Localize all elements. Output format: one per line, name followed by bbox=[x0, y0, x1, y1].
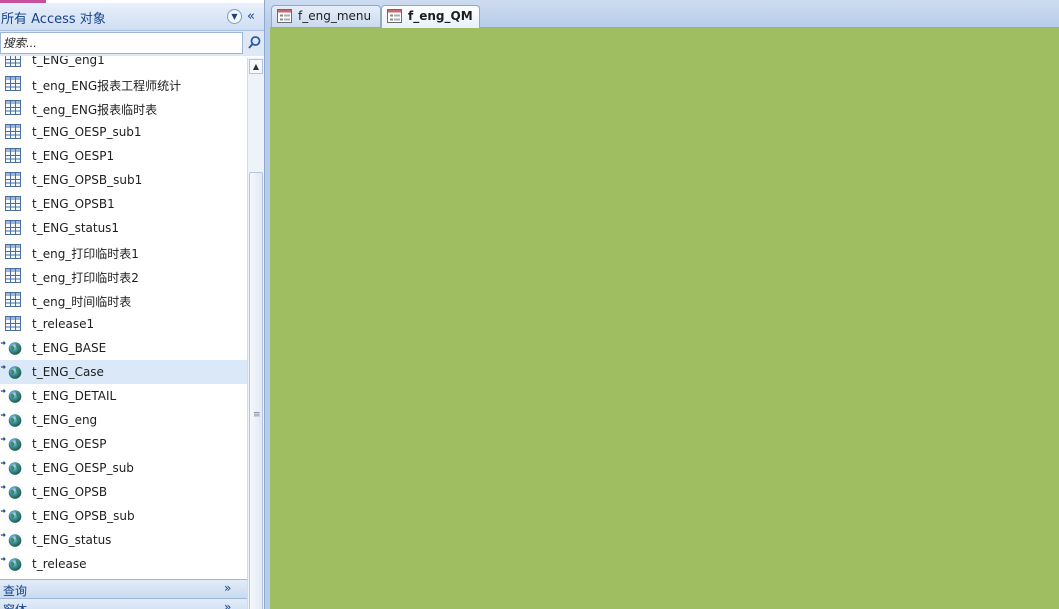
nav-group-forms[interactable]: 窗体 » bbox=[0, 598, 247, 609]
table-icon bbox=[5, 124, 21, 139]
search-icon[interactable] bbox=[246, 35, 262, 51]
nav-item-table-table[interactable]: t_ENG_OESP1 bbox=[0, 144, 247, 168]
table-icon bbox=[5, 316, 21, 331]
linked-table-globe-icon bbox=[1, 533, 22, 547]
nav-pane-header[interactable]: 所有 Access 对象 ▼ « bbox=[0, 3, 264, 31]
form-icon bbox=[277, 9, 292, 23]
linked-table-globe-icon bbox=[1, 485, 22, 499]
nav-group-queries[interactable]: 查询 » bbox=[0, 579, 247, 598]
nav-item-label: t_eng_打印临时表1 bbox=[32, 247, 139, 261]
form-icon bbox=[387, 9, 402, 23]
nav-item-linked-table[interactable]: t_ENG_OPSB bbox=[0, 480, 247, 504]
nav-item-table-table[interactable]: t_ENG_OESP_sub1 bbox=[0, 120, 247, 144]
nav-item-label: t_ENG_DETAIL bbox=[32, 389, 117, 403]
linked-table-globe-icon bbox=[1, 437, 22, 451]
nav-item-table-table[interactable]: t_ENG_status1 bbox=[0, 216, 247, 240]
tab-label: f_eng_menu bbox=[298, 9, 372, 23]
nav-item-label: t_ENG_OPSB_sub bbox=[32, 509, 135, 523]
nav-item-label: t_ENG_OESP_sub bbox=[32, 461, 134, 475]
nav-item-label: t_ENG_OPSB bbox=[32, 485, 108, 499]
scroll-up-arrow-icon[interactable]: ▲ bbox=[249, 59, 263, 74]
nav-item-table-table[interactable]: t_eng_ENG报表临时表 bbox=[0, 96, 247, 120]
nav-item-table-table[interactable]: t_release1 bbox=[0, 312, 247, 336]
nav-item-label: t_ENG_status1 bbox=[32, 221, 120, 235]
table-icon bbox=[5, 244, 21, 259]
nav-item-table-table[interactable]: t_eng_打印临时表2 bbox=[0, 264, 247, 288]
table-icon bbox=[5, 148, 21, 163]
scroll-thumb[interactable]: ≡ bbox=[249, 172, 263, 609]
document-tab-strip: f_eng_menu f_eng_QM bbox=[265, 0, 1059, 28]
linked-table-globe-icon bbox=[1, 509, 22, 523]
nav-item-label: t_eng_ENG报表工程师统计 bbox=[32, 79, 182, 93]
nav-pane-title[interactable]: 所有 Access 对象 bbox=[1, 8, 106, 27]
nav-item-linked-table[interactable]: t_ENG_BASE bbox=[0, 336, 247, 360]
nav-item-label: t_ENG_status bbox=[32, 533, 112, 547]
linked-table-globe-icon bbox=[1, 389, 22, 403]
nav-item-label: t_release bbox=[32, 557, 87, 571]
nav-item-label: t_ENG_eng bbox=[32, 413, 98, 427]
grip-icon: ≡ bbox=[253, 410, 261, 420]
table-icon bbox=[5, 268, 21, 283]
tab-f-eng-qm[interactable]: f_eng_QM bbox=[381, 5, 480, 28]
nav-item-table-table[interactable]: t_eng_时间临时表 bbox=[0, 288, 247, 312]
linked-table-globe-icon bbox=[1, 341, 22, 355]
tab-label: f_eng_QM bbox=[408, 9, 473, 23]
nav-item-table-table[interactable]: t_ENG_OPSB_sub1 bbox=[0, 168, 247, 192]
table-icon bbox=[5, 292, 21, 307]
nav-collapse-icon[interactable]: « bbox=[247, 9, 255, 24]
nav-item-table-table[interactable]: t_eng_打印临时表1 bbox=[0, 240, 247, 264]
table-icon bbox=[5, 172, 21, 187]
table-icon bbox=[5, 196, 21, 211]
nav-item-linked-table[interactable]: t_ENG_OPSB_sub bbox=[0, 504, 247, 528]
nav-item-linked-table[interactable]: t_release bbox=[0, 552, 247, 576]
nav-group-label: 查询 bbox=[3, 584, 28, 598]
nav-scrollbar[interactable]: ▲ ≡ bbox=[247, 58, 264, 609]
nav-item-linked-table[interactable]: t_ENG_OESP bbox=[0, 432, 247, 456]
linked-table-globe-icon bbox=[1, 557, 22, 571]
navigation-pane: 所有 Access 对象 ▼ « 搜索... t_ENG_eng1 t_eng_E… bbox=[0, 0, 265, 609]
nav-item-label: t_ENG_OESP1 bbox=[32, 149, 115, 163]
table-icon bbox=[5, 56, 21, 67]
nav-group-label: 窗体 bbox=[3, 601, 27, 609]
nav-search-input[interactable]: 搜索... bbox=[0, 32, 243, 54]
tab-f-eng-menu[interactable]: f_eng_menu bbox=[271, 5, 381, 27]
nav-item-linked-table[interactable]: t_ENG_OESP_sub bbox=[0, 456, 247, 480]
expand-chevron-icon[interactable]: » bbox=[224, 581, 231, 595]
nav-item-linked-table[interactable]: t_ENG_eng bbox=[0, 408, 247, 432]
nav-item-label: t_ENG_OESP bbox=[32, 437, 107, 451]
nav-item-label: t_ENG_eng1 bbox=[32, 56, 105, 67]
nav-object-list: t_ENG_eng1 t_eng_ENG报表工程师统计 t_eng_ENG报表临时表… bbox=[0, 56, 247, 577]
nav-item-linked-table[interactable]: t_ENG_Case bbox=[0, 360, 247, 384]
nav-item-label: t_ENG_OESP_sub1 bbox=[32, 125, 142, 139]
nav-item-label: t_eng_ENG报表临时表 bbox=[32, 103, 158, 117]
nav-search-bar: 搜索... bbox=[0, 31, 264, 56]
nav-item-linked-table[interactable]: t_ENG_status bbox=[0, 528, 247, 552]
nav-item-label: t_ENG_Case bbox=[32, 365, 104, 379]
nav-item-label: t_ENG_OPSB_sub1 bbox=[32, 173, 143, 187]
nav-item-table-table[interactable]: t_ENG_OPSB1 bbox=[0, 192, 247, 216]
nav-item-linked-table[interactable]: t_ENG_DETAIL bbox=[0, 384, 247, 408]
linked-table-globe-icon bbox=[1, 365, 22, 379]
nav-item-label: t_release1 bbox=[32, 317, 95, 331]
nav-menu-dropdown-icon[interactable]: ▼ bbox=[227, 9, 242, 24]
linked-table-globe-icon bbox=[1, 413, 22, 427]
nav-item-label: t_ENG_OPSB1 bbox=[32, 197, 115, 211]
nav-item-label: t_eng_时间临时表 bbox=[32, 295, 132, 309]
expand-chevron-icon[interactable]: » bbox=[224, 600, 231, 609]
table-icon bbox=[5, 220, 21, 235]
linked-table-globe-icon bbox=[1, 461, 22, 475]
nav-item-table-table[interactable]: t_ENG_eng1 bbox=[0, 56, 247, 72]
nav-item-label: t_eng_打印临时表2 bbox=[32, 271, 139, 285]
nav-item-label: t_ENG_BASE bbox=[32, 341, 107, 355]
table-icon bbox=[5, 100, 21, 115]
form-canvas[interactable] bbox=[270, 28, 1059, 609]
nav-item-table-table[interactable]: t_eng_ENG报表工程师统计 bbox=[0, 72, 247, 96]
table-icon bbox=[5, 76, 21, 91]
